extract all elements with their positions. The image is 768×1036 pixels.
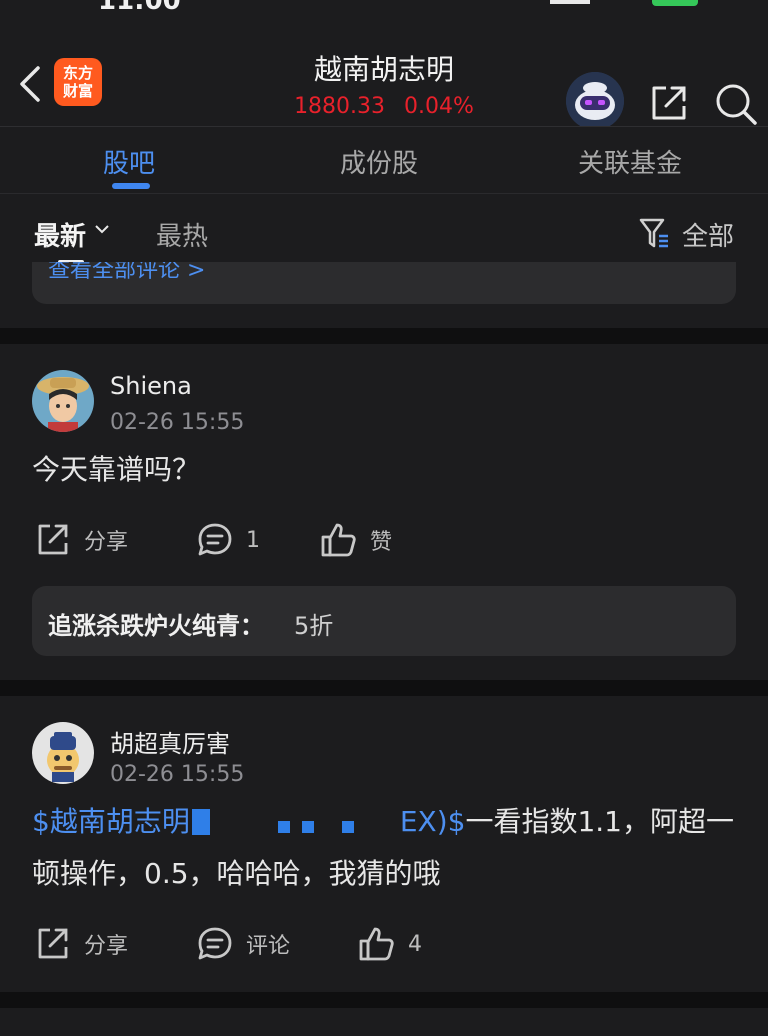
share-label: 分享 <box>84 934 129 959</box>
reply-author[interactable]: 追涨杀跌炉火纯青： <box>48 606 264 641</box>
stock-link[interactable]: $越南胡志明 <box>32 805 190 838</box>
share-icon[interactable] <box>648 82 690 124</box>
post-separator <box>0 992 768 1008</box>
logo-line2: 财富 <box>62 82 93 100</box>
share-button[interactable]: 分享 <box>34 922 128 966</box>
tab-bar: 股吧 成份股 关联基金 <box>0 127 768 193</box>
sort-newest-button[interactable]: 最新 <box>34 216 86 253</box>
like-count: 4 <box>408 931 422 957</box>
post-content[interactable]: 今天靠谱吗？ <box>32 444 742 496</box>
filter-icon[interactable] <box>638 216 670 250</box>
comment-button[interactable]: 评论 <box>196 922 290 966</box>
comment-icon <box>198 523 232 556</box>
share-icon <box>38 928 68 959</box>
view-all-comments[interactable]: 查看全部评论 > <box>32 262 736 304</box>
status-bar: 11:00 <box>0 0 768 20</box>
index-change: 0.04% <box>404 94 474 119</box>
post-separator <box>0 328 768 344</box>
filter-bar: 最新 最热 全部 <box>0 194 768 270</box>
post-card[interactable]: Shiena 02-26 15:55 今天靠谱吗？ 分享 1 赞 追涨杀跌炉火纯… <box>0 344 768 680</box>
post-actions: 分享 1 赞 <box>0 518 768 562</box>
avatar[interactable] <box>32 370 94 432</box>
username[interactable]: 胡超真厉害 <box>110 724 230 759</box>
redacted-area <box>190 809 400 835</box>
eastmoney-logo[interactable]: 东方 财富 <box>54 58 102 106</box>
chevron-down-icon <box>95 225 109 234</box>
logo-line1: 东方 <box>62 64 93 82</box>
price-line: 1880.33 0.04% <box>234 94 534 119</box>
comment-icon <box>198 927 232 960</box>
view-all-comments-link[interactable]: 查看全部评论 > <box>48 262 205 284</box>
back-arrow-icon[interactable] <box>16 62 46 106</box>
status-time: 11:00 <box>98 0 181 16</box>
post-time: 02-26 15:55 <box>110 410 245 435</box>
post-actions: 分享 评论 4 <box>0 922 768 966</box>
page-title: 越南胡志明 <box>313 53 454 86</box>
share-button[interactable]: 分享 <box>34 518 128 562</box>
thumbs-up-icon <box>359 927 394 961</box>
share-label: 分享 <box>84 530 129 555</box>
post-separator <box>0 680 768 696</box>
filter-all-button[interactable]: 全部 <box>682 216 734 253</box>
signal-icon <box>550 0 590 4</box>
thumbs-up-icon <box>321 523 356 557</box>
post-time: 02-26 15:55 <box>110 762 245 787</box>
reply-preview[interactable]: 追涨杀跌炉火纯青： 5折 <box>32 586 736 656</box>
post-card[interactable] <box>0 1008 768 1036</box>
tab-guba[interactable]: 股吧 <box>103 143 155 180</box>
reply-text: 5折 <box>294 612 334 640</box>
username[interactable]: Shiena <box>110 372 192 400</box>
post-card[interactable]: 胡超真厉害 02-26 15:55 $越南胡志明 EX)$一看指数1.1，阿超一顿… <box>0 696 768 992</box>
top-bar: 东方 财富 越南胡志明 1880.33 0.04% <box>0 20 768 130</box>
like-button[interactable]: 4 <box>358 922 422 966</box>
comment-button[interactable]: 1 <box>196 518 260 562</box>
comment-count: 1 <box>246 527 260 553</box>
post-content[interactable]: $越南胡志明 EX)$一看指数1.1，阿超一顿操作，0.5，哈哈哈，我猜的哦 <box>32 796 742 900</box>
tab-related-funds[interactable]: 关联基金 <box>578 143 682 180</box>
stock-link-tail[interactable]: EX)$ <box>400 805 466 838</box>
share-icon <box>38 524 68 555</box>
comment-label: 评论 <box>246 934 291 959</box>
tab-indicator <box>112 183 150 189</box>
avatar[interactable] <box>32 722 94 784</box>
tab-constituents[interactable]: 成份股 <box>340 143 418 180</box>
like-label: 赞 <box>370 530 393 555</box>
battery-icon <box>652 0 698 6</box>
sort-hottest-button[interactable]: 最热 <box>156 216 208 253</box>
robot-assistant-icon[interactable] <box>566 72 624 130</box>
like-button[interactable]: 赞 <box>320 518 392 562</box>
search-icon[interactable] <box>714 82 758 126</box>
index-price: 1880.33 <box>294 94 386 119</box>
